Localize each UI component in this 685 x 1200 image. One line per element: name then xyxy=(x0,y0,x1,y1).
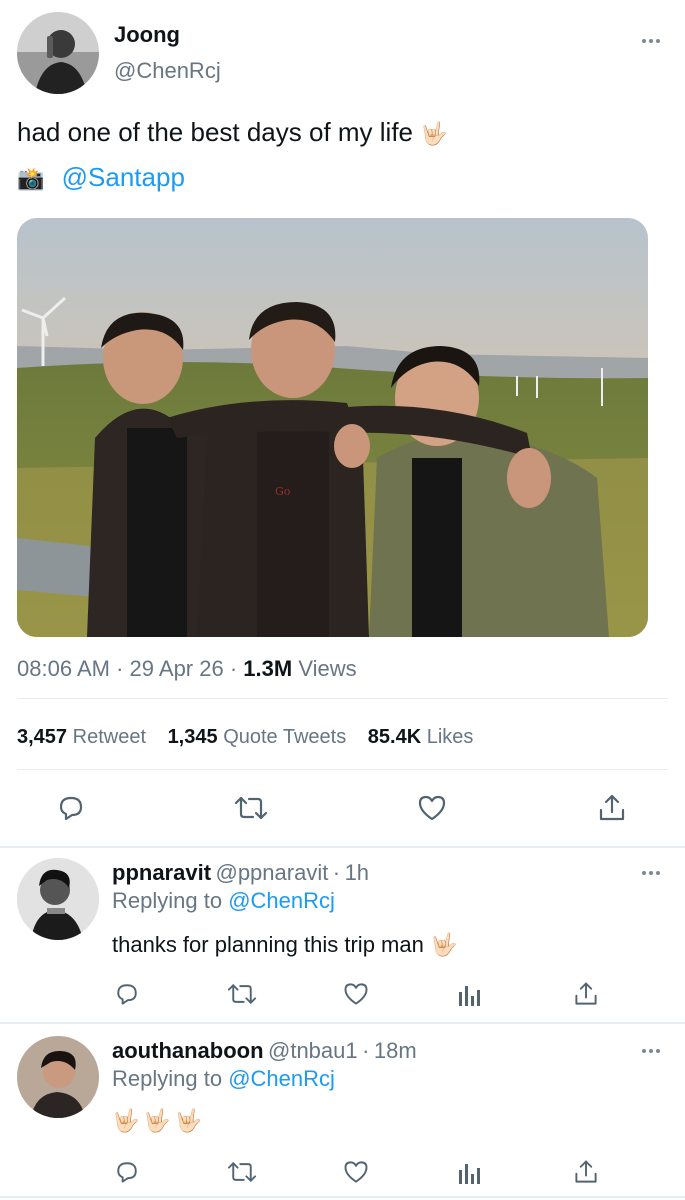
reply-icon[interactable] xyxy=(113,980,141,1008)
reply-icon[interactable] xyxy=(113,1158,141,1186)
svg-text:Go: Go xyxy=(275,485,291,498)
share-icon[interactable] xyxy=(596,792,628,824)
divider xyxy=(0,1022,685,1024)
reply-header: ppnaravit @ppnaravit · 1h xyxy=(112,860,369,886)
divider xyxy=(0,1196,685,1198)
retweets-count: 3,457 xyxy=(17,726,68,748)
divider xyxy=(0,846,685,848)
author-name[interactable]: Joong xyxy=(114,22,180,48)
replying-prefix: Replying to xyxy=(112,1066,223,1091)
reply-author-handle[interactable]: @ppnaravit xyxy=(215,860,328,885)
reply-age: 18m xyxy=(373,1038,417,1063)
tweet-text: had one of the best days of my life 🤟🏻 xyxy=(17,115,448,151)
reply-body: thanks for planning this trip man xyxy=(112,932,424,957)
quotes-count: 1,345 xyxy=(167,726,218,748)
retweet-icon[interactable] xyxy=(226,1158,258,1186)
reply-text: 🤟🏻🤟🏻🤟🏻 xyxy=(112,1108,206,1134)
analytics-icon[interactable] xyxy=(458,1160,482,1186)
tweet-date: 29 Apr 26 xyxy=(129,656,224,681)
more-icon[interactable] xyxy=(642,1046,660,1056)
likes-count: 85.4K xyxy=(367,726,422,748)
replying-prefix: Replying to xyxy=(112,888,223,913)
tweet-time: 08:06 AM xyxy=(17,656,110,681)
retweet-icon[interactable] xyxy=(226,980,258,1008)
separator: · xyxy=(332,860,341,885)
heart-icon[interactable] xyxy=(416,792,448,824)
reply-header: aouthanaboon @tnbau1 · 18m xyxy=(112,1038,417,1064)
tweet-photo[interactable]: Go xyxy=(17,218,648,637)
rock-hand-emoji: 🤟🏻 xyxy=(429,932,458,957)
quotes-label: Quote Tweets xyxy=(223,726,347,748)
quotes-stat[interactable]: 1,345 Quote Tweets xyxy=(168,726,352,748)
rock-hand-emoji: 🤟🏻🤟🏻🤟🏻 xyxy=(112,1108,207,1133)
author-avatar[interactable] xyxy=(17,12,99,94)
share-icon[interactable] xyxy=(572,980,600,1008)
separator: · xyxy=(362,1038,370,1063)
reply-icon[interactable] xyxy=(55,792,87,824)
author-handle[interactable]: @ChenRcj xyxy=(114,58,221,84)
rock-hand-emoji: 🤟🏻 xyxy=(420,121,448,146)
divider xyxy=(17,698,668,699)
retweets-stat[interactable]: 3,457 Retweet xyxy=(17,726,152,748)
retweet-icon[interactable] xyxy=(233,792,269,824)
tweet-stats: 3,457 Retweet 1,345 Quote Tweets 85.4K L… xyxy=(17,726,473,749)
more-icon[interactable] xyxy=(642,36,660,46)
likes-stat[interactable]: 85.4K Likes xyxy=(368,726,474,748)
photo-credit: 📸 @Santapp xyxy=(17,160,185,196)
more-icon[interactable] xyxy=(642,868,660,878)
reply-author-name[interactable]: aouthanaboon xyxy=(112,1038,264,1063)
replying-to: Replying to @ChenRcj xyxy=(112,1066,335,1092)
reply-age: 1h xyxy=(344,860,370,885)
reply-author-name[interactable]: ppnaravit xyxy=(112,860,211,885)
reply-avatar[interactable] xyxy=(17,858,99,940)
reply-text: thanks for planning this trip man 🤟🏻 xyxy=(112,932,457,958)
likes-label: Likes xyxy=(426,726,474,748)
camera-icon: 📸 xyxy=(17,166,45,191)
tweet-body: had one of the best days of my life xyxy=(17,117,414,147)
replying-mention[interactable]: @ChenRcj xyxy=(228,888,335,913)
divider xyxy=(17,769,668,770)
heart-icon[interactable] xyxy=(342,980,370,1008)
mention-link[interactable]: @Santapp xyxy=(62,162,185,192)
reply-author-handle[interactable]: @tnbau1 xyxy=(268,1038,358,1063)
analytics-icon[interactable] xyxy=(458,982,482,1008)
replying-mention[interactable]: @ChenRcj xyxy=(228,1066,335,1091)
tweet-meta: 08:06 AM · 29 Apr 26 · 1.3M Views xyxy=(17,656,357,682)
retweets-label: Retweet xyxy=(72,726,146,748)
replying-to: Replying to @ChenRcj xyxy=(112,888,335,914)
reply-avatar[interactable] xyxy=(17,1036,99,1118)
separator: · xyxy=(229,656,238,681)
heart-icon[interactable] xyxy=(342,1158,370,1186)
separator: · xyxy=(116,656,124,681)
views-label: Views xyxy=(298,656,357,681)
views-count: 1.3M xyxy=(243,656,293,681)
share-icon[interactable] xyxy=(572,1158,600,1186)
